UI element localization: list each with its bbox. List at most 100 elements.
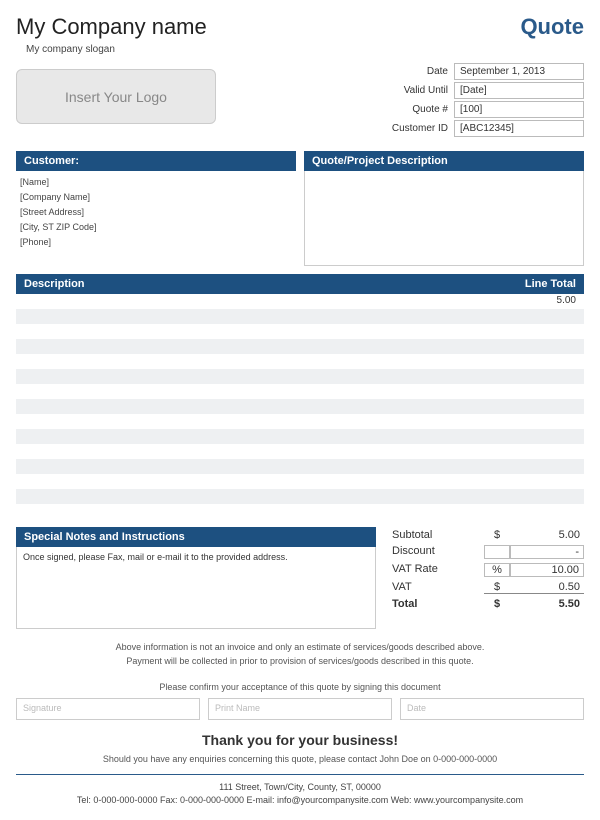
line-row[interactable] xyxy=(16,489,584,504)
line-row[interactable] xyxy=(16,444,584,459)
line-total-cell[interactable] xyxy=(494,474,584,489)
line-description-cell[interactable] xyxy=(16,369,494,384)
vat-value: 0.50 xyxy=(510,581,584,594)
line-total-cell[interactable] xyxy=(494,339,584,354)
vat-rate-label: VAT Rate xyxy=(384,563,484,577)
line-row[interactable]: 5.00 xyxy=(16,294,584,309)
line-row[interactable] xyxy=(16,354,584,369)
line-total-cell[interactable] xyxy=(494,489,584,504)
footer: 111 Street, Town/City, County, ST, 00000… xyxy=(16,774,584,806)
company-slogan: My company slogan xyxy=(26,44,584,55)
quote-title: Quote xyxy=(520,14,584,40)
disclaimer-line2: Payment will be collected in prior to pr… xyxy=(16,655,584,669)
date-label: Date xyxy=(384,66,454,77)
total-value: 5.50 xyxy=(510,598,584,610)
line-description-cell[interactable] xyxy=(16,399,494,414)
line-row[interactable] xyxy=(16,414,584,429)
quote-number-value[interactable]: [100] xyxy=(454,101,584,118)
project-header: Quote/Project Description xyxy=(304,151,584,171)
subtotal-value: 5.00 xyxy=(510,529,584,541)
notes-body[interactable]: Once signed, please Fax, mail or e-mail … xyxy=(16,547,376,629)
line-row[interactable] xyxy=(16,384,584,399)
line-description-cell[interactable] xyxy=(16,429,494,444)
line-row[interactable] xyxy=(16,429,584,444)
enquiry-text: Should you have any enquiries concerning… xyxy=(16,754,584,764)
line-row[interactable] xyxy=(16,369,584,384)
customer-name[interactable]: [Name] xyxy=(20,177,292,187)
company-name: My Company name xyxy=(16,14,207,40)
line-row[interactable] xyxy=(16,504,584,519)
footer-address: 111 Street, Town/City, County, ST, 00000 xyxy=(16,781,584,794)
discount-currency xyxy=(484,545,510,559)
line-items: Description Line Total 5.00 xyxy=(16,274,584,519)
line-total-cell[interactable] xyxy=(494,384,584,399)
project-description-body[interactable] xyxy=(304,171,584,266)
discount-label: Discount xyxy=(384,545,484,559)
thank-you: Thank you for your business! xyxy=(16,732,584,748)
description-column-header: Description xyxy=(16,274,494,294)
line-description-cell[interactable] xyxy=(16,459,494,474)
line-description-cell[interactable] xyxy=(16,474,494,489)
customer-id-label: Customer ID xyxy=(384,123,454,134)
line-description-cell[interactable] xyxy=(16,339,494,354)
line-row[interactable] xyxy=(16,459,584,474)
print-name-field[interactable]: Print Name xyxy=(208,698,392,720)
customer-header: Customer: xyxy=(16,151,296,171)
customer-id-value[interactable]: [ABC12345] xyxy=(454,120,584,137)
subtotal-label: Subtotal xyxy=(384,529,484,541)
line-row[interactable] xyxy=(16,339,584,354)
line-description-cell[interactable] xyxy=(16,294,494,309)
line-total-cell[interactable] xyxy=(494,444,584,459)
footer-contact: Tel: 0-000-000-0000 Fax: 0-000-000-0000 … xyxy=(16,794,584,807)
line-total-cell[interactable] xyxy=(494,414,584,429)
vat-rate-value[interactable]: 10.00 xyxy=(510,563,584,577)
line-row[interactable] xyxy=(16,324,584,339)
vat-label: VAT xyxy=(384,581,484,594)
line-total-cell[interactable] xyxy=(494,309,584,324)
signature-field[interactable]: Signature xyxy=(16,698,200,720)
line-description-cell[interactable] xyxy=(16,354,494,369)
line-description-cell[interactable] xyxy=(16,444,494,459)
customer-phone[interactable]: [Phone] xyxy=(20,237,292,247)
notes-header: Special Notes and Instructions xyxy=(16,527,376,547)
line-description-cell[interactable] xyxy=(16,324,494,339)
confirm-text: Please confirm your acceptance of this q… xyxy=(16,682,584,692)
line-total-cell[interactable] xyxy=(494,369,584,384)
customer-city[interactable]: [City, ST ZIP Code] xyxy=(20,222,292,232)
line-total-cell[interactable] xyxy=(494,429,584,444)
total-label: Total xyxy=(384,598,484,610)
line-row[interactable] xyxy=(16,309,584,324)
line-description-cell[interactable] xyxy=(16,384,494,399)
line-description-cell[interactable] xyxy=(16,504,494,519)
quote-number-label: Quote # xyxy=(384,104,454,115)
date-value[interactable]: September 1, 2013 xyxy=(454,63,584,80)
subtotal-currency: $ xyxy=(484,529,510,541)
quote-meta: Date September 1, 2013 Valid Until [Date… xyxy=(384,63,584,139)
line-total-column-header: Line Total xyxy=(494,274,584,294)
customer-company[interactable]: [Company Name] xyxy=(20,192,292,202)
disclaimer-line1: Above information is not an invoice and … xyxy=(16,641,584,655)
line-total-cell[interactable]: 5.00 xyxy=(494,294,584,309)
line-description-cell[interactable] xyxy=(16,309,494,324)
disclaimer: Above information is not an invoice and … xyxy=(16,641,584,668)
line-total-cell[interactable] xyxy=(494,459,584,474)
total-currency: $ xyxy=(484,598,510,610)
line-row[interactable] xyxy=(16,399,584,414)
logo-placeholder[interactable]: Insert Your Logo xyxy=(16,69,216,124)
date-field[interactable]: Date xyxy=(400,698,584,720)
line-total-cell[interactable] xyxy=(494,354,584,369)
vat-currency: $ xyxy=(484,581,510,594)
discount-value[interactable]: - xyxy=(510,545,584,559)
line-total-cell[interactable] xyxy=(494,324,584,339)
valid-until-value[interactable]: [Date] xyxy=(454,82,584,99)
line-description-cell[interactable] xyxy=(16,489,494,504)
line-description-cell[interactable] xyxy=(16,414,494,429)
customer-body: [Name] [Company Name] [Street Address] [… xyxy=(16,171,296,258)
line-total-cell[interactable] xyxy=(494,504,584,519)
customer-street[interactable]: [Street Address] xyxy=(20,207,292,217)
valid-until-label: Valid Until xyxy=(384,85,454,96)
line-row[interactable] xyxy=(16,474,584,489)
totals: Subtotal $ 5.00 Discount - VAT Rate % 10… xyxy=(384,527,584,629)
vat-rate-symbol: % xyxy=(484,563,510,577)
line-total-cell[interactable] xyxy=(494,399,584,414)
